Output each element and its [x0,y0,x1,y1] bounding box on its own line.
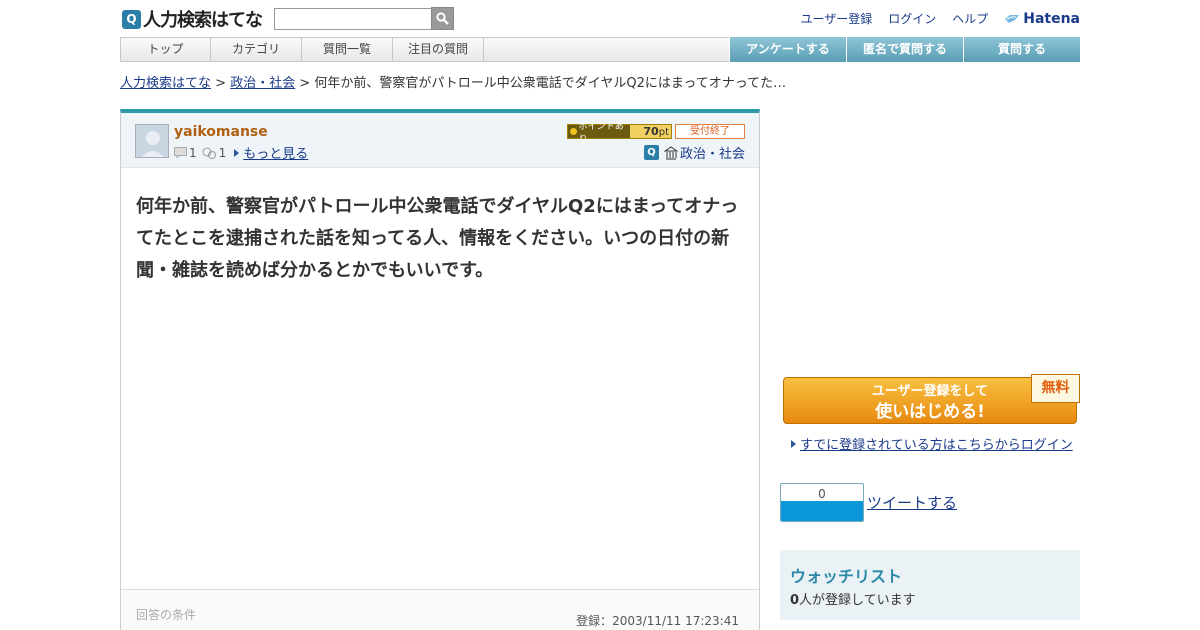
nav-question-list[interactable]: 質問一覧 [302,38,393,61]
breadcrumb-category[interactable]: 政治・社会 [230,76,295,91]
tweet-count-bar [781,501,863,521]
help-link[interactable]: ヘルプ [952,10,988,27]
breadcrumb-home[interactable]: 人力検索はてな [120,76,211,91]
category-link[interactable]: Q 政治・社会 [643,143,745,162]
free-badge: 無料 [1031,374,1080,403]
ask-question-button[interactable]: 質問する [963,37,1080,62]
arrow-icon [234,148,240,157]
category-label: 政治・社会 [679,147,745,162]
q-icon: Q [643,145,659,160]
question-header: yaikomanse 1 1 もっと見る ポイントあり 70pt 受付終了 Q … [121,113,759,168]
watchlist-panel: ウォッチリスト 0人が登録しています [780,550,1080,620]
anonymous-question-button[interactable]: 匿名で質問する [846,37,963,62]
status-badge: 受付終了 [675,124,745,139]
breadcrumb-separator: > [299,76,311,91]
points-badge: ポイントあり 70pt [567,122,672,145]
main-nav: トップ カテゴリ 質問一覧 注目の質問 アンケートする 匿名で質問する 質問する [120,37,1080,62]
search-icon [436,12,449,25]
logo-text: 人力検索はてな [143,10,263,31]
survey-button[interactable]: アンケートする [729,37,846,62]
coin-icon [570,128,577,135]
breadcrumb-separator: > [215,76,227,91]
tweet-count-box: 0 [780,483,864,522]
register-link[interactable]: ユーザー登録 [800,10,872,27]
login-link[interactable]: ログイン [888,10,936,27]
avatar[interactable] [135,124,169,158]
politics-icon [663,145,678,159]
question-count: 1 [189,145,197,160]
tweet-link[interactable]: ツイートする [867,492,957,513]
logo-q-icon: Q [122,9,141,29]
answer-conditions-label: 回答の条件 [136,608,197,622]
search-button[interactable] [431,7,454,30]
user-stats: 1 1 もっと見る [174,143,308,162]
watch-count-text: 人が登録しています [799,593,916,608]
nav-top[interactable]: トップ [121,38,211,61]
question-box: yaikomanse 1 1 もっと見る ポイントあり 70pt 受付終了 Q … [120,109,760,630]
nav-featured[interactable]: 注目の質問 [393,38,484,61]
points-value: 70 [643,125,659,138]
top-links: ユーザー登録 ログイン ヘルプ Hatena [784,10,1080,27]
watchlist-title[interactable]: ウォッチリスト [790,563,902,587]
question-footer: 回答の条件 登録：2003/11/11 17:23:41 [121,589,759,630]
existing-user-login-text: すでに登録されている方はこちらからログイン [800,438,1073,453]
hatena-bird-icon [1005,14,1020,23]
search-input[interactable] [274,8,432,30]
answer-count-icon [202,147,216,159]
breadcrumb-current: 何年か前、警察官がパトロール中公衆電話でダイヤルQ2にはまってオナってた… [314,76,787,91]
points-unit: pt [658,127,669,138]
breadcrumb: 人力検索はてな > 政治・社会 > 何年か前、警察官がパトロール中公衆電話でダイ… [120,72,786,91]
username[interactable]: yaikomanse [174,124,268,140]
hatena-label: Hatena [1023,10,1080,27]
site-logo[interactable]: Q 人力検索はてな [122,8,263,31]
see-more-link[interactable]: もっと見る [243,143,308,162]
arrow-icon [791,439,796,448]
watchlist-count: 0人が登録しています [790,589,916,608]
points-label: ポイントあり [578,121,624,145]
watch-count-number: 0 [790,593,800,608]
answer-count: 1 [218,145,227,160]
signup-line2: 使いはじめる! [875,402,985,422]
hatena-link[interactable]: Hatena [1004,11,1080,27]
default-user-icon [141,131,165,157]
question-count-icon [174,147,187,158]
question-body: 何年か前、警察官がパトロール中公衆電話でダイヤルQ2にはまってオナってたとこを逮… [136,196,739,281]
nav-category[interactable]: カテゴリ [211,38,302,61]
registered-date: 登録：2003/11/11 17:23:41 [576,614,739,628]
existing-user-login[interactable]: すでに登録されている方はこちらからログイン [791,434,1073,453]
